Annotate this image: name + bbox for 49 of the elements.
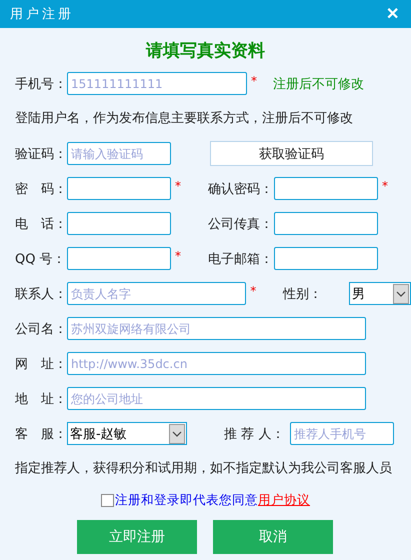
- input-field[interactable]: [274, 212, 378, 235]
- info-text: 指定推荐人，获得积分和试用期，如不指定默认为我公司客服人员: [15, 460, 393, 478]
- field-label: 验证码：: [15, 146, 67, 162]
- close-button[interactable]: ✕: [382, 4, 403, 24]
- field-label: 性别：: [283, 286, 324, 302]
- agreement-text: 注册和登录即代表您同意用户协议: [115, 492, 310, 508]
- field-label: 网 址：: [15, 356, 67, 372]
- agreement-link[interactable]: 用户协议: [258, 492, 310, 506]
- input-field[interactable]: http://www.35dc.cn: [67, 352, 366, 375]
- input-field[interactable]: [67, 247, 171, 270]
- required-mark: *: [175, 249, 182, 263]
- field-label: 公司名：: [15, 320, 67, 338]
- required-mark: *: [250, 284, 258, 298]
- field-label: 客 服：: [15, 426, 67, 442]
- input-field[interactable]: [274, 177, 378, 200]
- window-title: 用户注册: [10, 6, 74, 23]
- field-label: 手机号：: [15, 76, 67, 92]
- caret-icon: [393, 284, 409, 304]
- required-mark: *: [175, 179, 182, 193]
- field-label: 密 码：: [15, 180, 67, 198]
- field-label: 公司传真：: [208, 216, 274, 232]
- field-label: 推 荐 人：: [224, 426, 286, 442]
- field-label: QQ 号：: [15, 250, 67, 268]
- input-field[interactable]: 推荐人手机号: [290, 422, 394, 445]
- required-mark: *: [251, 74, 258, 88]
- input-field[interactable]: 151111111111: [67, 72, 247, 95]
- field-label: 地 址：: [15, 390, 67, 408]
- input-field[interactable]: 您的公司地址: [67, 387, 366, 410]
- caret-icon: [169, 424, 185, 444]
- dropdown[interactable]: 男: [349, 282, 411, 305]
- dropdown[interactable]: 客服-赵敏: [67, 422, 187, 445]
- input-field[interactable]: [67, 212, 171, 235]
- get-code-button[interactable]: 获取验证码: [210, 141, 373, 166]
- field-label: 联系人：: [15, 286, 67, 302]
- form-heading: 请填写真实资料: [144, 40, 266, 63]
- field-label: 电子邮箱：: [208, 250, 274, 268]
- input-field[interactable]: [274, 247, 378, 270]
- input-field[interactable]: 苏州双旋网络有限公司: [67, 317, 366, 340]
- required-mark: *: [382, 179, 389, 193]
- input-field[interactable]: [67, 177, 171, 200]
- input-field[interactable]: 请输入验证码: [67, 142, 171, 165]
- field-label: 电 话：: [15, 216, 67, 232]
- register-button[interactable]: 立即注册: [77, 520, 197, 554]
- input-field[interactable]: 负责人名字: [67, 282, 246, 305]
- cancel-button[interactable]: 取消: [213, 520, 333, 554]
- info-text: 登陆用户名，作为发布信息主要联系方式，注册后不可修改: [15, 110, 354, 128]
- hint-text: 注册后不可修改: [273, 76, 364, 92]
- checkbox[interactable]: [101, 494, 114, 506]
- field-label: 确认密码：: [208, 180, 274, 198]
